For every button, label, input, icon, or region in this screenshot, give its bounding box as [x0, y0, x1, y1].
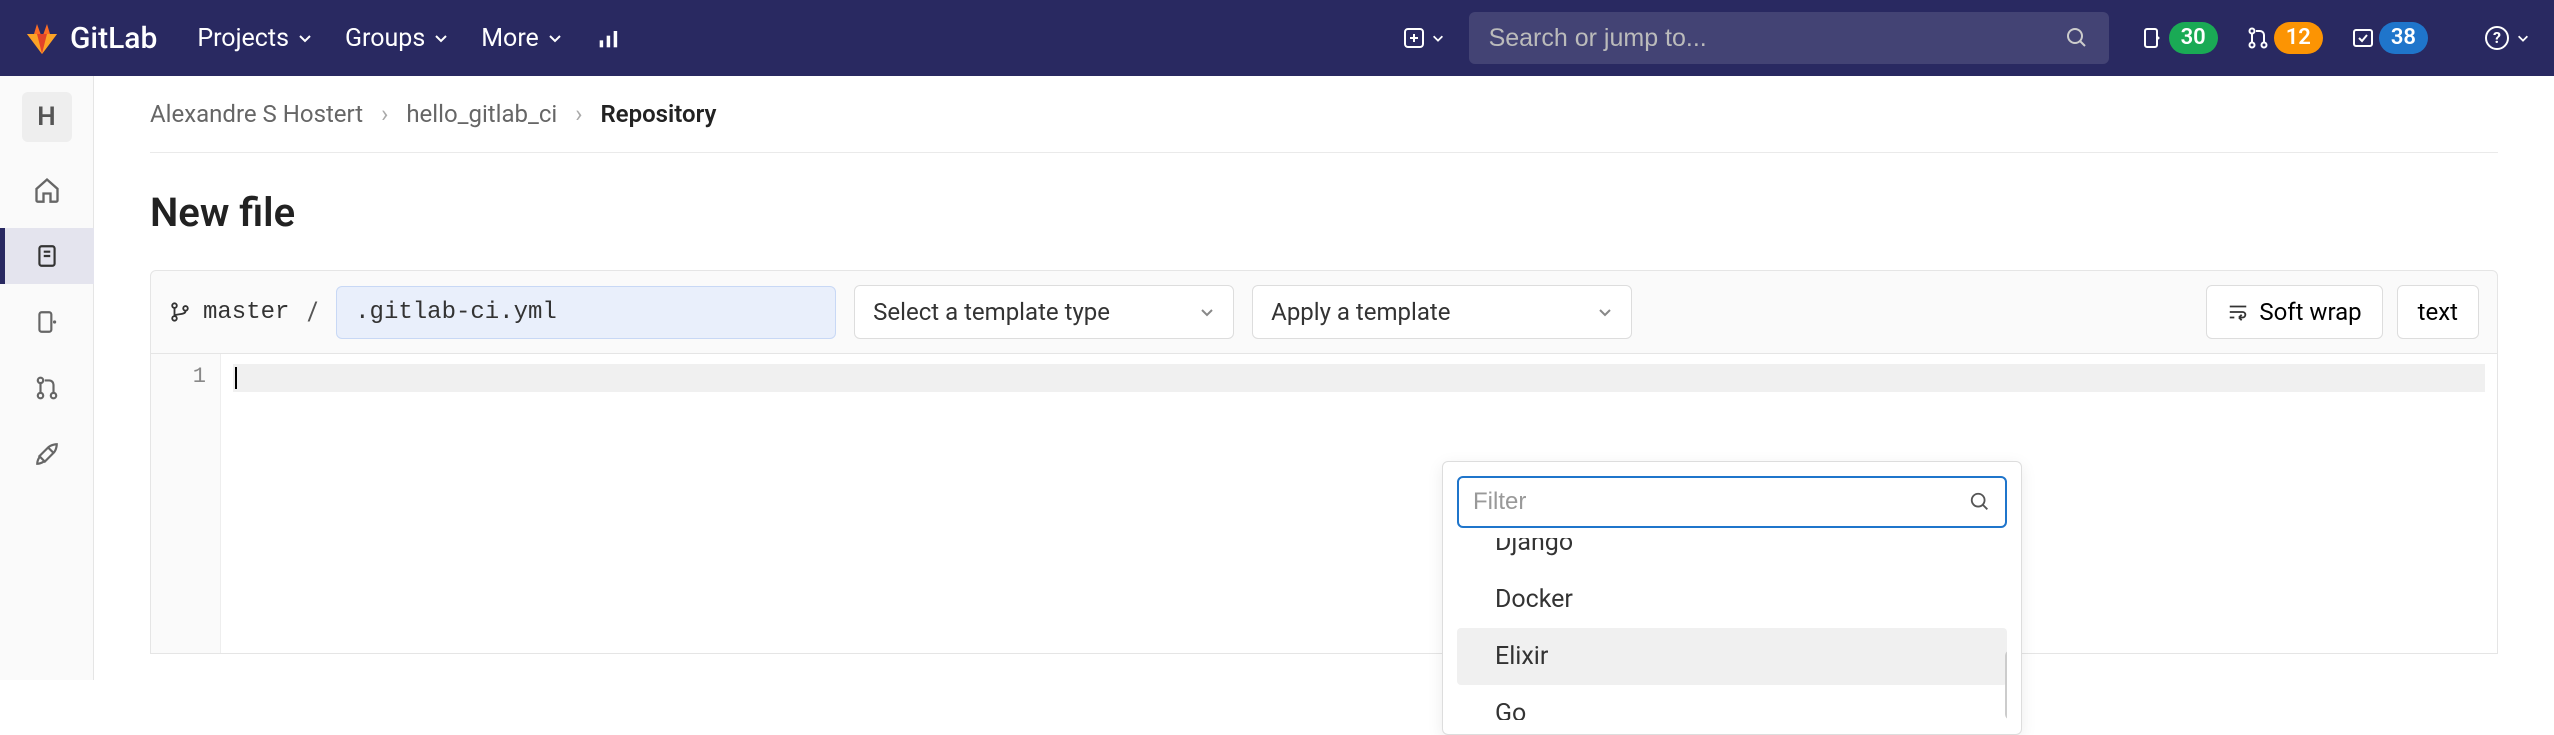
- rocket-icon: [34, 441, 60, 467]
- project-avatar[interactable]: H: [22, 92, 72, 142]
- chevron-down-icon: [433, 30, 449, 46]
- issues-counter[interactable]: 30: [2141, 22, 2218, 55]
- plus-icon: [1403, 27, 1425, 49]
- button-label: text: [2418, 298, 2458, 326]
- nav-projects[interactable]: Projects: [197, 24, 313, 53]
- nav-more[interactable]: More: [481, 24, 563, 53]
- chevron-down-icon: [1199, 304, 1215, 320]
- dropdown-label: Apply a template: [1271, 298, 1450, 326]
- button-label: Soft wrap: [2259, 298, 2361, 326]
- search-input[interactable]: [1489, 24, 2065, 53]
- repository-icon: [34, 243, 60, 269]
- template-option[interactable]: Django: [1457, 538, 2007, 571]
- nav-groups[interactable]: Groups: [345, 24, 449, 53]
- merge-request-icon: [34, 375, 60, 401]
- text-mode-button[interactable]: text: [2397, 285, 2479, 339]
- line-gutter: 1: [151, 354, 221, 653]
- merge-request-icon: [2246, 26, 2270, 50]
- text-cursor: [235, 367, 237, 389]
- sidebar-item-issues[interactable]: [0, 294, 94, 350]
- code-line[interactable]: [233, 364, 2485, 392]
- breadcrumb-item[interactable]: hello_gitlab_ci: [406, 100, 557, 128]
- sidebar-item-merge-requests[interactable]: [0, 360, 94, 416]
- path-separator: /: [307, 297, 318, 327]
- activity-icon: [595, 24, 623, 52]
- nav-label: More: [481, 24, 539, 53]
- template-dropdown-menu: Django Docker Elixir Go: [1442, 461, 2022, 735]
- template-list[interactable]: Django Docker Elixir Go: [1457, 538, 2007, 720]
- breadcrumb-separator: ›: [575, 100, 582, 128]
- global-search[interactable]: [1469, 12, 2109, 64]
- badge-count: 30: [2169, 22, 2218, 55]
- wrap-icon: [2227, 301, 2249, 323]
- nav-label: Projects: [197, 24, 289, 53]
- gitlab-logo-icon: [24, 20, 60, 56]
- badge-count: 12: [2274, 22, 2323, 55]
- brand-logo[interactable]: GitLab: [24, 20, 157, 56]
- template-option[interactable]: Elixir: [1457, 628, 2007, 685]
- scrollbar-thumb[interactable]: [2005, 650, 2007, 720]
- breadcrumb-item[interactable]: Alexandre S Hostert: [150, 100, 363, 128]
- template-filter[interactable]: [1457, 476, 2007, 528]
- chevron-down-icon: [547, 30, 563, 46]
- apply-template-dropdown[interactable]: Apply a template: [1252, 285, 1632, 339]
- branch-icon: [169, 301, 191, 323]
- template-option[interactable]: Docker: [1457, 571, 2007, 628]
- help-menu[interactable]: ?: [2484, 25, 2530, 51]
- branch-name: master: [203, 299, 289, 326]
- template-type-dropdown[interactable]: Select a template type: [854, 285, 1234, 339]
- nav-activity[interactable]: [595, 24, 623, 52]
- code-editor[interactable]: 1: [150, 354, 2498, 654]
- header-badges: 30 12 38 ?: [2141, 22, 2530, 55]
- breadcrumb-current: Repository: [600, 100, 716, 128]
- top-nav: Projects Groups More: [197, 24, 623, 53]
- sidebar-item-repository[interactable]: [0, 228, 94, 284]
- todos-counter[interactable]: 38: [2351, 22, 2428, 55]
- home-icon: [33, 176, 61, 204]
- chevron-down-icon: [1597, 304, 1613, 320]
- branch-selector[interactable]: master: [169, 299, 289, 326]
- mr-counter[interactable]: 12: [2246, 22, 2323, 55]
- new-menu-button[interactable]: [1403, 27, 1445, 49]
- main-content: Alexandre S Hostert › hello_gitlab_ci › …: [94, 76, 2554, 680]
- filename-input[interactable]: [336, 286, 836, 339]
- file-editor-toolbar: master / Select a template type Apply a …: [150, 270, 2498, 354]
- dropdown-label: Select a template type: [873, 298, 1110, 326]
- soft-wrap-button[interactable]: Soft wrap: [2206, 285, 2382, 339]
- chevron-down-icon: [2516, 31, 2530, 45]
- sidebar-item-overview[interactable]: [0, 162, 94, 218]
- badge-count: 38: [2379, 22, 2428, 55]
- svg-text:?: ?: [2493, 28, 2501, 47]
- page-title: New file: [150, 189, 2498, 236]
- nav-label: Groups: [345, 24, 425, 53]
- project-sidebar: H: [0, 76, 94, 680]
- template-option[interactable]: Go: [1457, 685, 2007, 720]
- chevron-down-icon: [297, 30, 313, 46]
- top-navbar: GitLab Projects Groups More 30: [0, 0, 2554, 76]
- help-icon: ?: [2484, 25, 2510, 51]
- sidebar-item-cicd[interactable]: [0, 426, 94, 482]
- breadcrumb: Alexandre S Hostert › hello_gitlab_ci › …: [150, 76, 2498, 153]
- issues-icon: [2141, 26, 2165, 50]
- chevron-down-icon: [1431, 31, 1445, 45]
- line-number: 1: [151, 364, 206, 389]
- brand-name: GitLab: [70, 21, 157, 56]
- code-area[interactable]: [221, 354, 2497, 653]
- filter-input[interactable]: [1473, 488, 1969, 516]
- breadcrumb-separator: ›: [381, 100, 388, 128]
- search-icon: [1969, 491, 1991, 513]
- search-icon: [2065, 26, 2089, 50]
- issues-icon: [34, 309, 60, 335]
- todo-icon: [2351, 26, 2375, 50]
